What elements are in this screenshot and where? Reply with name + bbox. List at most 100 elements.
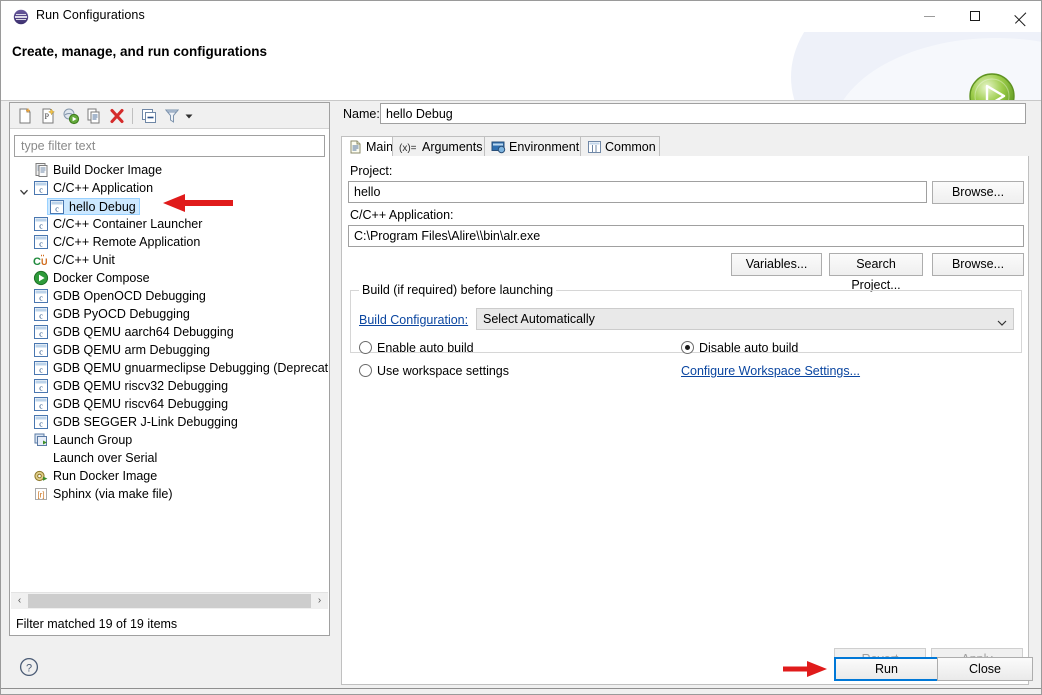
maximize-button[interactable] — [952, 1, 998, 31]
tree-item-label: GDB PyOCD Debugging — [53, 307, 190, 321]
run-green-play-icon — [967, 71, 1017, 100]
tree-item-label: Launch Group — [53, 433, 133, 447]
configuration-editor: Name: hello Debug Main (x)= Arguments Envir… — [338, 102, 1033, 685]
search-project-button[interactable]: Search Project... — [829, 253, 923, 292]
svg-text:c: c — [39, 240, 43, 249]
c-file-icon: c — [33, 288, 50, 304]
tree-item-c-c-unit[interactable]: C U C/C++ Unit — [11, 252, 328, 270]
tree-item-gdb-qemu-aarch64-debugging[interactable]: c GDB QEMU aarch64 Debugging — [11, 324, 328, 342]
sphinx-icon: [r] — [33, 486, 50, 502]
application-browse-button[interactable]: Browse... — [932, 253, 1024, 276]
tree-horizontal-scrollbar[interactable]: ‹ › — [11, 592, 328, 609]
svg-text:c: c — [39, 420, 43, 429]
scroll-right-arrow[interactable]: › — [311, 593, 328, 609]
run-button[interactable]: Run — [834, 657, 939, 681]
c-file-icon: c — [49, 199, 66, 215]
tree-item-content: [r] Sphinx (via make file) — [33, 486, 173, 503]
c-file-icon: c — [33, 306, 50, 322]
close-button[interactable] — [998, 1, 1041, 31]
cunit-icon: CU — [33, 252, 50, 268]
tab-environment[interactable]: Environment — [484, 136, 581, 157]
project-input[interactable]: hello — [348, 181, 927, 203]
name-input[interactable]: hello Debug — [380, 103, 1026, 124]
title-bar: Run Configurations — [1, 1, 1041, 32]
radio-indicator — [359, 341, 372, 354]
tree-item-label: GDB QEMU riscv64 Debugging — [53, 397, 229, 411]
svg-text:(x)=: (x)= — [399, 143, 417, 154]
enable-auto-build-radio[interactable]: Enable auto build — [359, 341, 474, 355]
tree-item-gdb-qemu-riscv32-debugging[interactable]: c GDB QEMU riscv32 Debugging — [11, 378, 328, 396]
scrollbar-thumb[interactable] — [28, 594, 311, 608]
filter-icon[interactable] — [163, 107, 181, 125]
project-browse-button[interactable]: Browse... — [932, 181, 1024, 204]
application-input[interactable]: C:\Program Files\Alire\\bin\alr.exe — [348, 225, 1024, 247]
close-footer-button[interactable]: Close — [937, 657, 1033, 681]
enable-auto-build-label: Enable auto build — [377, 341, 474, 355]
c-file-icon: c — [33, 378, 50, 394]
tree-item-gdb-qemu-riscv64-debugging[interactable]: c GDB QEMU riscv64 Debugging — [11, 396, 328, 414]
minimize-button[interactable] — [906, 1, 952, 31]
tree-item-label: GDB QEMU gnuarmeclipse Debugging (Deprec… — [53, 361, 328, 375]
tree-item-launch-over-serial[interactable]: Launch over Serial — [11, 450, 328, 468]
tree-item-gdb-openocd-debugging[interactable]: c GDB OpenOCD Debugging — [11, 288, 328, 306]
tree-item-label: GDB QEMU aarch64 Debugging — [53, 325, 234, 339]
configure-workspace-settings-link[interactable]: Configure Workspace Settings... — [681, 364, 860, 378]
scroll-left-arrow[interactable]: ‹ — [11, 593, 28, 609]
new-prototype-icon[interactable]: P — [39, 107, 57, 125]
tab-label: Arguments — [422, 140, 483, 154]
duplicate-icon[interactable] — [85, 107, 103, 125]
tree-item-gdb-qemu-arm-debugging[interactable]: c GDB QEMU arm Debugging — [11, 342, 328, 360]
project-label: Project: — [350, 164, 393, 178]
minimize-icon — [923, 15, 935, 17]
no-icon — [33, 450, 50, 466]
c-file-icon: c — [33, 396, 50, 412]
window-bottom-edge — [1, 688, 1041, 694]
tree-item-c-c-remote-application[interactable]: c C/C++ Remote Application — [11, 234, 328, 252]
tab-common[interactable]: Common — [580, 136, 660, 157]
configurations-tree[interactable]: Build Docker Image c C/C++ Application c hel… — [11, 162, 328, 693]
svg-text:P: P — [45, 112, 50, 121]
tree-item-content: c C/C++ Application — [33, 180, 153, 197]
use-workspace-settings-label: Use workspace settings — [377, 364, 510, 378]
svg-text:?: ? — [26, 662, 32, 674]
collapse-all-icon[interactable] — [140, 107, 158, 125]
configurations-toolbar: P — [10, 103, 329, 129]
page-title: Create, manage, and run configurations — [12, 44, 268, 59]
tab-arguments[interactable]: (x)= Arguments — [392, 136, 485, 157]
tree-item-c-c-container-launcher[interactable]: c C/C++ Container Launcher — [11, 216, 328, 234]
tree-item-label: GDB OpenOCD Debugging — [53, 289, 206, 303]
eclipse-icon — [13, 9, 29, 25]
tree-item-gdb-qemu-gnuarmeclipse-debugging-deprecated[interactable]: c GDB QEMU gnuarmeclipse Debugging (Depre… — [11, 360, 328, 378]
filter-input[interactable]: type filter text — [14, 135, 325, 157]
tree-item-build-docker-image[interactable]: Build Docker Image — [11, 162, 328, 180]
tree-item-content: c GDB PyOCD Debugging — [33, 306, 190, 323]
tree-item-gdb-segger-j-link-debugging[interactable]: c GDB SEGGER J-Link Debugging — [11, 414, 328, 432]
build-configuration-select[interactable]: Select Automatically — [476, 308, 1014, 330]
run-configurations-dialog: Run Configurations Create, manage, and r… — [0, 0, 1042, 695]
c-file-icon: c — [33, 324, 50, 340]
tree-item-label: Launch over Serial — [53, 451, 158, 465]
tree-item-label: C/C++ Unit — [53, 253, 115, 267]
tree-item-launch-group[interactable]: Launch Group — [11, 432, 328, 450]
variables-button[interactable]: Variables... — [731, 253, 822, 276]
new-launch-configuration-icon[interactable] — [16, 107, 34, 125]
arrow-to-run-button-icon — [783, 659, 827, 682]
view-menu-icon[interactable] — [183, 107, 195, 125]
delete-icon[interactable] — [108, 107, 126, 125]
launch-group-icon — [33, 432, 50, 448]
tab-main[interactable]: Main — [341, 136, 393, 157]
disable-auto-build-radio[interactable]: Disable auto build — [681, 341, 798, 355]
build-configuration-link[interactable]: Build Configuration: — [359, 313, 468, 327]
application-label: C/C++ Application: — [350, 208, 454, 222]
tree-item-run-docker-image[interactable]: Run Docker Image — [11, 468, 328, 486]
use-workspace-settings-radio[interactable]: Use workspace settings — [359, 364, 509, 378]
tree-item-docker-compose[interactable]: Docker Compose — [11, 270, 328, 288]
tree-item-gdb-pyocd-debugging[interactable]: c GDB PyOCD Debugging — [11, 306, 328, 324]
docker-run-icon — [33, 468, 50, 484]
tree-item-sphinx-via-make-file[interactable]: [r] Sphinx (via make file) — [11, 486, 328, 504]
chevron-down-icon[interactable] — [19, 184, 29, 195]
help-icon[interactable]: ? — [19, 657, 39, 677]
tree-item-content: c GDB QEMU arm Debugging — [33, 342, 210, 359]
svg-text:c: c — [39, 294, 43, 303]
export-icon[interactable] — [62, 107, 80, 125]
